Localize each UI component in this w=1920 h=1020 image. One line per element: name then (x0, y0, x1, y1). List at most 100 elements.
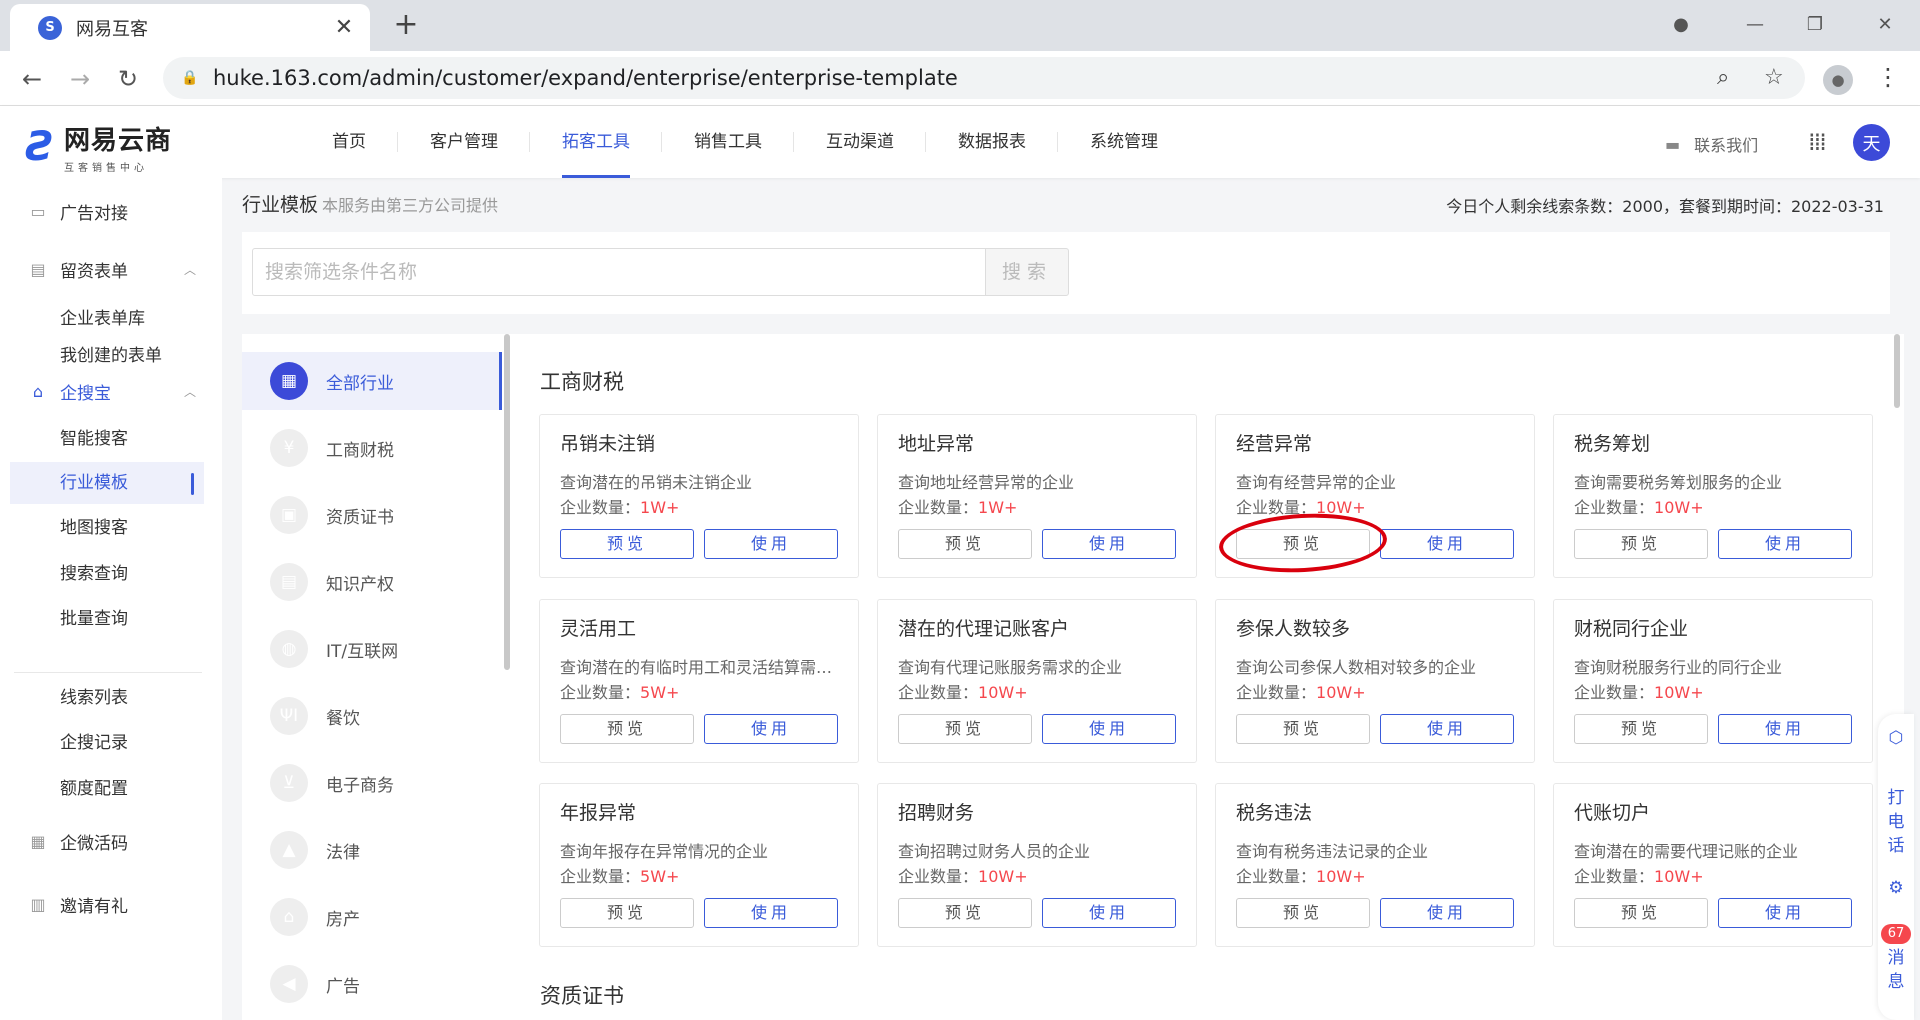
grid-icon: ▦ (30, 831, 46, 851)
use-button[interactable]: 使用 (1380, 529, 1514, 559)
template-card: 代账切户 查询潜在的需要代理记账的企业 企业数量：10W+ 预览 使用 (1553, 783, 1873, 947)
user-avatar[interactable]: 天 (1853, 124, 1890, 161)
sidebar-group-qisoubao[interactable]: ⌂ 企搜宝 ︿ (0, 368, 222, 414)
browser-tab[interactable]: S 网易互客 ✕ (10, 4, 370, 51)
category-legal[interactable]: ▲ 法律 (242, 821, 502, 879)
preview-button[interactable]: 预览 (1574, 529, 1708, 559)
close-tab-icon[interactable]: ✕ (332, 15, 356, 40)
sidebar-item-map-search[interactable]: 地图搜客 (10, 507, 204, 549)
sidebar-group-wecom-qrcode[interactable]: ▦ 企微活码 (0, 818, 222, 864)
category-catering[interactable]: ΨI 餐饮 (242, 687, 502, 745)
top-nav: 首页 客户管理 拓客工具 销售工具 互动渠道 数据报表 系统管理 (300, 106, 1190, 178)
preview-button[interactable]: 预览 (898, 898, 1032, 928)
use-button[interactable]: 使用 (1718, 529, 1852, 559)
category-label: 资质证书 (326, 507, 394, 528)
card-title: 潜在的代理记账客户 (898, 618, 1070, 640)
preview-button[interactable]: 预览 (1574, 714, 1708, 744)
card-count: 企业数量：5W+ (560, 867, 680, 886)
category-label: IT/互联网 (326, 641, 399, 662)
card-title: 吊销未注销 (560, 433, 656, 455)
category-business-tax[interactable]: ¥ 工商财税 (242, 419, 502, 477)
restore-icon[interactable]: ❐ (1790, 4, 1840, 44)
use-button[interactable]: 使用 (1042, 529, 1176, 559)
browser-profile-icon[interactable]: ● (1823, 65, 1853, 95)
sidebar-group-lead-forms[interactable]: ▤ 留资表单 ︿ (0, 246, 222, 292)
category-ip[interactable]: ▤ 知识产权 (242, 553, 502, 611)
apps-grid-icon[interactable]: ⁞⁞⁞ (1808, 128, 1827, 156)
zoom-icon[interactable]: ⌕ (1717, 57, 1729, 99)
house-icon: ⌂ (270, 898, 308, 936)
template-card: 地址异常 查询地址经营异常的企业 企业数量：1W+ 预览 使用 (877, 414, 1197, 578)
category-advertising[interactable]: ◀ 广告 (242, 955, 502, 1013)
sidebar-divider (14, 672, 202, 673)
call-button[interactable]: 打电话 (1878, 786, 1914, 858)
use-button[interactable]: 使用 (1718, 898, 1852, 928)
search-input[interactable] (252, 248, 989, 296)
preview-button[interactable]: 预览 (560, 529, 694, 559)
count-value: 10W+ (1316, 498, 1366, 517)
use-button[interactable]: 使用 (1042, 898, 1176, 928)
preview-button[interactable]: 预览 (1236, 898, 1370, 928)
sidebar-item-quota-config[interactable]: 额度配置 (10, 768, 204, 810)
card-title: 税务筹划 (1574, 433, 1651, 455)
preview-button[interactable]: 预览 (560, 714, 694, 744)
logo[interactable]: Ƨ 网易云商 互客销售中心 (26, 120, 172, 174)
message-button[interactable]: 消息 (1878, 946, 1914, 994)
bookmark-star-icon[interactable]: ☆ (1764, 57, 1784, 99)
settings-icon[interactable]: ⚙ (1878, 876, 1914, 900)
forward-icon[interactable]: → (64, 63, 96, 95)
nav-sales-tools[interactable]: 销售工具 (662, 106, 794, 178)
category-real-estate[interactable]: ⌂ 房产 (242, 888, 502, 946)
preview-button[interactable]: 预览 (560, 898, 694, 928)
sidebar-item-lead-list[interactable]: 线索列表 (10, 677, 204, 719)
browser-menu-icon[interactable]: ⋮ (1876, 63, 1900, 91)
fork-knife-icon: ΨI (270, 697, 308, 735)
sidebar-item-batch-query[interactable]: 批量查询 (10, 598, 204, 640)
sidebar-item-search-query[interactable]: 搜索查询 (10, 553, 204, 595)
use-button[interactable]: 使用 (1380, 898, 1514, 928)
close-window-icon[interactable]: ✕ (1860, 4, 1910, 44)
sidebar-group-ad-integration[interactable]: ▭ 广告对接 (0, 188, 222, 234)
use-button[interactable]: 使用 (704, 714, 838, 744)
nav-interaction-channels[interactable]: 互动渠道 (794, 106, 926, 178)
preview-button[interactable]: 预览 (1574, 898, 1708, 928)
nav-home[interactable]: 首页 (300, 106, 398, 178)
category-it-internet[interactable]: ◍ IT/互联网 (242, 620, 502, 678)
contact-us-link[interactable]: ▬ 联系我们 (1665, 132, 1758, 156)
chevron-up-icon: ︿ (183, 384, 196, 399)
category-certificates[interactable]: ▣ 资质证书 (242, 486, 502, 544)
search-panel: 搜索 (242, 232, 1890, 314)
category-label: 知识产权 (326, 574, 394, 595)
minimize-icon[interactable]: — (1730, 4, 1780, 44)
nav-prospecting-tools[interactable]: 拓客工具 (530, 106, 662, 178)
reload-icon[interactable]: ↻ (112, 63, 144, 95)
floating-toolbar: ⬡ 打电话 ⚙ 67 消息 (1878, 714, 1914, 1020)
nav-data-reports[interactable]: 数据报表 (926, 106, 1058, 178)
use-button[interactable]: 使用 (1718, 714, 1852, 744)
use-button[interactable]: 使用 (1380, 714, 1514, 744)
sidebar-item-search-records[interactable]: 企搜记录 (10, 722, 204, 764)
preview-button[interactable]: 预览 (898, 529, 1032, 559)
new-tab-icon[interactable]: + (390, 8, 422, 42)
template-card: 潜在的代理记账客户 查询有代理记账服务需求的企业 企业数量：10W+ 预览 使用 (877, 599, 1197, 763)
sidebar-item-smart-search[interactable]: 智能搜客 (10, 418, 204, 460)
use-button[interactable]: 使用 (704, 529, 838, 559)
content-scrollbar[interactable] (1894, 334, 1900, 408)
sidebar-item-enterprise-form-library[interactable]: 企业表单库 (10, 298, 204, 340)
sidebar-item-industry-templates[interactable]: 行业模板 (10, 462, 204, 504)
sidebar-group-invite-rewards[interactable]: ▥ 邀请有礼 (0, 881, 222, 927)
category-ecommerce[interactable]: ⊻ 电子商务 (242, 754, 502, 812)
use-button[interactable]: 使用 (1042, 714, 1176, 744)
nav-customer-management[interactable]: 客户管理 (398, 106, 530, 178)
cube-icon[interactable]: ⬡ (1878, 726, 1914, 750)
profile-dropdown-icon[interactable]: ● (1666, 4, 1696, 44)
back-icon[interactable]: ← (16, 63, 48, 95)
nav-system-management[interactable]: 系统管理 (1058, 106, 1190, 178)
preview-button[interactable]: 预览 (1236, 714, 1370, 744)
preview-button[interactable]: 预览 (1236, 529, 1370, 559)
search-button[interactable]: 搜索 (985, 248, 1069, 296)
address-bar[interactable]: 🔒 huke.163.com/admin/customer/expand/ent… (163, 57, 1805, 99)
preview-button[interactable]: 预览 (898, 714, 1032, 744)
use-button[interactable]: 使用 (704, 898, 838, 928)
category-all-industries[interactable]: ▦ 全部行业 (242, 352, 502, 410)
